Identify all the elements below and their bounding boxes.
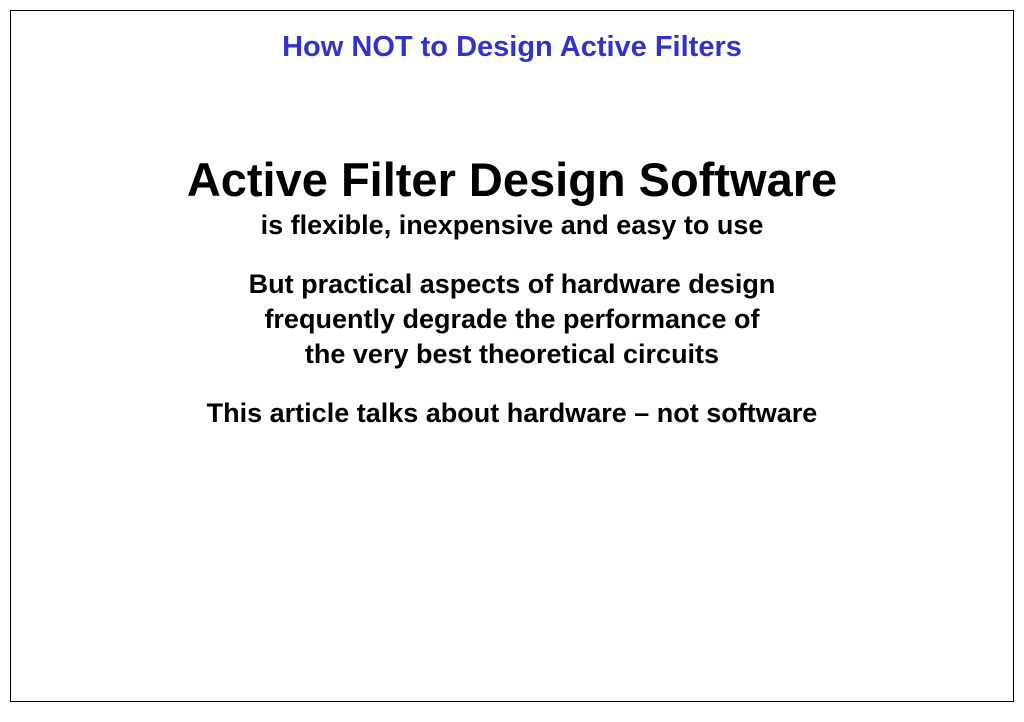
body-line-1: But practical aspects of hardware design bbox=[249, 269, 776, 299]
slide-header-title: How NOT to Design Active Filters bbox=[11, 31, 1013, 64]
slide-frame: How NOT to Design Active Filters Active … bbox=[10, 10, 1014, 702]
body-paragraph: But practical aspects of hardware design… bbox=[11, 267, 1013, 372]
body-line-2: frequently degrade the performance of bbox=[264, 304, 759, 334]
closing-statement: This article talks about hardware – not … bbox=[11, 398, 1013, 429]
main-heading: Active Filter Design Software bbox=[11, 154, 1013, 206]
subtitle-text: is flexible, inexpensive and easy to use bbox=[11, 210, 1013, 241]
body-line-3: the very best theoretical circuits bbox=[305, 339, 719, 369]
